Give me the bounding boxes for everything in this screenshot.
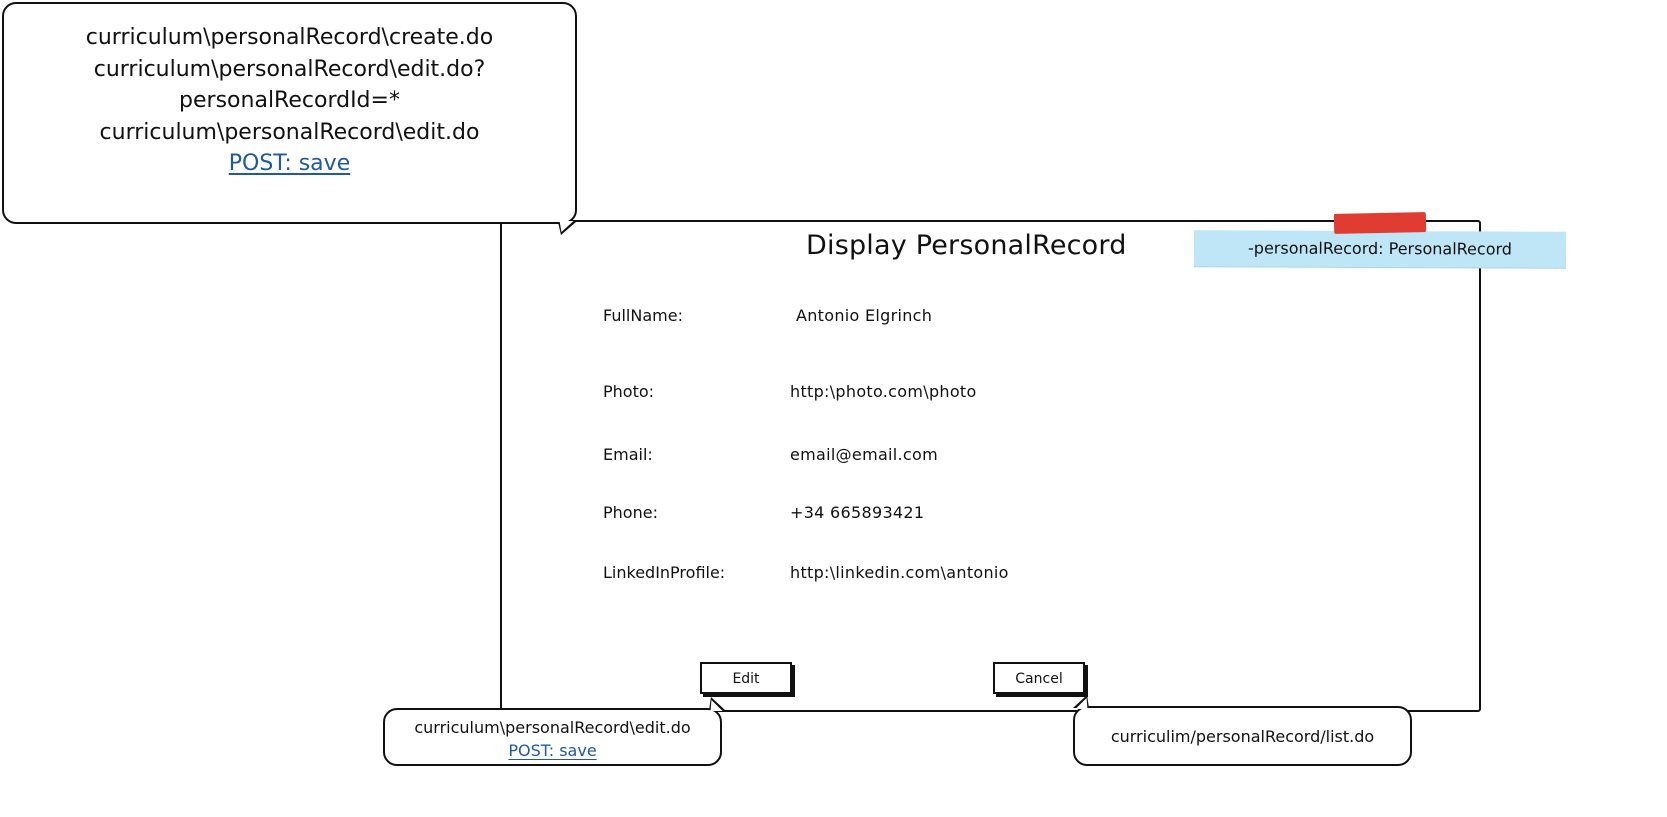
edit-annotation-url: curriculum\personalRecord\edit.do (414, 718, 691, 737)
photo-value: http:\photo.com\photo (790, 382, 977, 401)
fullname-label: FullName: (603, 306, 683, 325)
post-save-link[interactable]: POST: save (229, 151, 350, 176)
cancel-button[interactable]: Cancel (993, 662, 1085, 694)
email-label: Email: (603, 445, 653, 464)
annotation-line-edit-post: curriculum\personalRecord\edit.do (99, 119, 480, 145)
annotation-line-create: curriculum\personalRecord\create.do (85, 25, 494, 50)
linkedin-value: http:\linkedin.com\antonio (790, 563, 1009, 582)
sticky-note: -personalRecord: PersonalRecord (1193, 230, 1567, 268)
page-title: Display PersonalRecord (806, 230, 1127, 261)
phone-value: +34 665893421 (790, 503, 925, 522)
annotation-line-edit: curriculum\personalRecord\edit.do? (93, 56, 486, 82)
sticky-tape (1333, 212, 1427, 234)
cancel-annotation-bubble: curriculim/personalRecord/list.do (1073, 706, 1412, 766)
cancel-annotation-url: curriculim/personalRecord/list.do (1110, 727, 1375, 746)
email-value: email@email.com (790, 445, 939, 464)
url-annotation-bubble: curriculum\personalRecord\create.do curr… (2, 2, 577, 224)
field-row-phone: Phone: +34 665893421 (603, 503, 1303, 527)
field-row-photo: Photo: http:\photo.com\photo (603, 382, 1303, 406)
annotation-line-param: personalRecordId=* (179, 88, 400, 113)
linkedin-label: LinkedInProfile: (603, 563, 726, 582)
photo-label: Photo: (603, 382, 655, 401)
edit-annotation-bubble: curriculum\personalRecord\edit.do POST: … (383, 708, 722, 766)
field-row-email: Email: email@email.com (603, 445, 1303, 469)
phone-label: Phone: (603, 503, 658, 522)
field-row-linkedin: LinkedInProfile: http:\linkedin.com\anto… (603, 563, 1303, 587)
edit-button[interactable]: Edit (700, 662, 792, 694)
edit-post-save-link[interactable]: POST: save (508, 741, 596, 760)
field-row-fullname: FullName: Antonio Elgrinch (603, 306, 1303, 330)
fullname-value: Antonio Elgrinch (796, 306, 933, 325)
